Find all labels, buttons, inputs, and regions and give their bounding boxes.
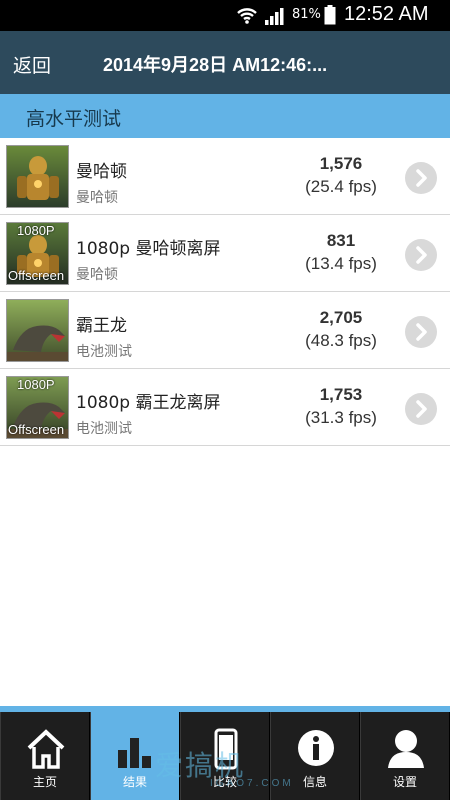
watermark-url: IGAO7.COM	[210, 778, 294, 789]
page-title: 2014年9月28日 AM12:46:...	[103, 55, 328, 75]
test-fps: (48.3 fps)	[305, 331, 377, 350]
test-fps: (13.4 fps)	[305, 254, 377, 273]
test-score: 1,576	[319, 154, 363, 173]
chevron-right-icon[interactable]	[405, 316, 437, 348]
thumb-offscreen-label: Offscreen	[8, 422, 65, 437]
test-subtitle: 曼哈顿	[76, 190, 118, 206]
chevron-right-icon[interactable]	[405, 239, 437, 271]
test-name: 1080p 霸王龙离屏	[76, 393, 221, 413]
robot-thumbnail	[6, 145, 69, 208]
signal-icon	[265, 8, 284, 25]
test-subtitle: 电池测试	[76, 421, 132, 437]
nav-item-results[interactable]: 结果	[90, 712, 180, 800]
test-score: 1,753	[319, 385, 363, 404]
phone-icon	[214, 728, 238, 770]
test-name: 1080p 曼哈顿离屏	[76, 239, 221, 259]
chevron-right-icon[interactable]	[405, 393, 437, 425]
result-list: 曼哈顿 曼哈顿 1,576 (25.4 fps) 1080P Offscreen…	[0, 138, 450, 446]
test-name: 霸王龙	[76, 316, 127, 336]
nav-item-settings[interactable]: 设置	[360, 712, 450, 800]
user-icon	[388, 730, 424, 768]
test-fps: (25.4 fps)	[305, 177, 377, 196]
wifi-icon	[237, 8, 257, 24]
back-button[interactable]: 返回	[13, 51, 51, 78]
title-bar: 返回 2014年9月28日 AM12:46:...	[0, 31, 450, 94]
result-row-trex-offscreen[interactable]: 1080P Offscreen 1080p 霸王龙离屏 电池测试 1,753 (…	[0, 369, 450, 446]
section-title: 高水平测试	[26, 108, 122, 130]
result-row-trex[interactable]: 霸王龙 电池测试 2,705 (48.3 fps)	[0, 292, 450, 369]
test-score: 831	[326, 231, 356, 250]
result-row-manhattan[interactable]: 曼哈顿 曼哈顿 1,576 (25.4 fps)	[0, 138, 450, 215]
bar-chart-icon	[118, 738, 151, 768]
test-fps: (31.3 fps)	[305, 408, 377, 427]
nav-label: 结果	[122, 775, 147, 789]
test-subtitle: 电池测试	[76, 344, 132, 360]
thumb-resolution-label: 1080P	[17, 377, 55, 392]
status-bar: 81% 12:52 AM	[0, 0, 450, 31]
result-row-manhattan-offscreen[interactable]: 1080P Offscreen 1080p 曼哈顿离屏 曼哈顿 831 (13.…	[0, 215, 450, 292]
info-icon	[298, 730, 334, 766]
test-subtitle: 曼哈顿	[76, 267, 118, 283]
clock: 12:52 AM	[344, 3, 429, 25]
thumb-resolution-label: 1080P	[17, 223, 55, 238]
nav-label: 主页	[32, 775, 57, 789]
section-header: 高水平测试	[0, 94, 450, 138]
test-name: 曼哈顿	[76, 162, 127, 182]
home-icon	[27, 729, 65, 769]
thumb-offscreen-label: Offscreen	[8, 268, 65, 283]
dinosaur-thumbnail	[6, 299, 69, 362]
test-score: 2,705	[319, 308, 363, 327]
nav-item-home[interactable]: 主页	[0, 712, 90, 800]
dinosaur-thumbnail: 1080P Offscreen	[6, 376, 69, 439]
robot-thumbnail: 1080P Offscreen	[6, 222, 69, 285]
battery-percent: 81%	[292, 7, 321, 22]
chevron-right-icon[interactable]	[405, 162, 437, 194]
battery-icon	[324, 5, 336, 25]
nav-label: 设置	[392, 775, 417, 789]
